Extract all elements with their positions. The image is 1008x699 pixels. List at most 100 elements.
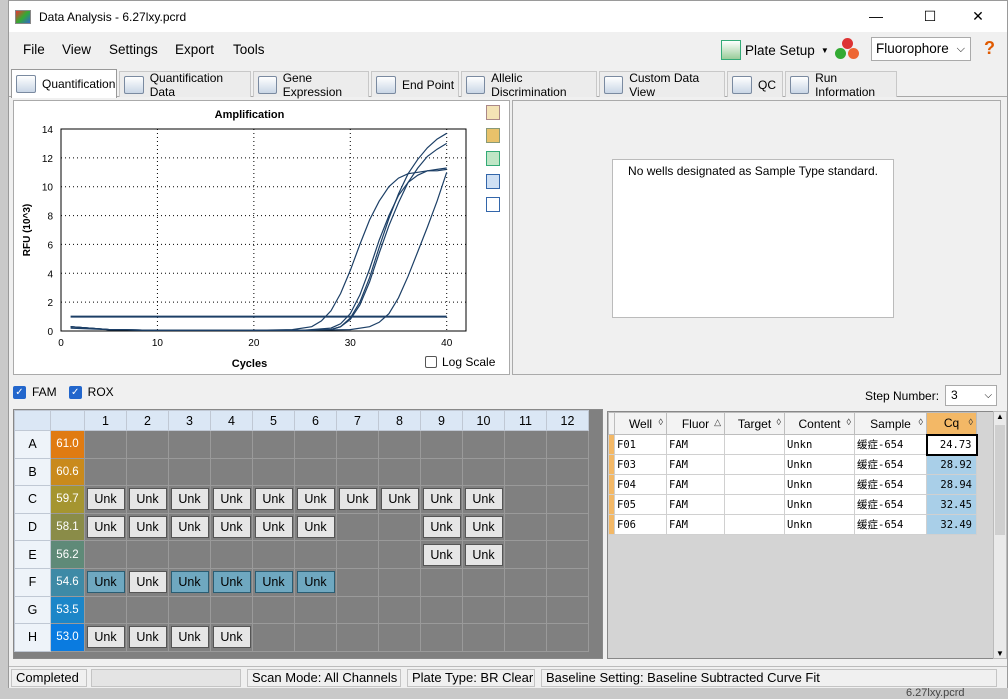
sort-icon[interactable]: ◊ [847,417,851,427]
plate-row-header[interactable]: H [14,623,51,652]
table-cell-content[interactable]: Unkn [784,454,855,475]
table-cell-sample[interactable]: 缓症-654 [854,494,927,515]
plate-row-header[interactable]: G [14,595,51,625]
plate-well[interactable] [252,595,295,625]
plate-well[interactable] [546,595,589,625]
log-scale-toggle[interactable]: Log Scale [425,355,495,369]
tab-gene-expression[interactable]: Gene Expression [253,71,369,99]
table-cell-cq[interactable]: 28.92 [926,454,977,475]
plate-well[interactable]: Unk [168,485,211,514]
plate-well[interactable]: Unk [210,567,253,597]
table-cell-well[interactable]: F03 [614,454,667,475]
plate-well[interactable]: Unk [168,623,211,652]
table-cell-content[interactable]: Unkn [784,514,855,535]
plate-well[interactable] [168,430,211,459]
table-cell-content[interactable]: Unkn [784,494,855,515]
plate-well[interactable]: Unk [252,567,295,597]
plate-corner[interactable] [14,410,51,431]
table-cell-target[interactable] [724,494,785,515]
plate-column-header[interactable]: 7 [336,410,379,431]
table-header-fluor[interactable]: Fluor △ [666,412,725,435]
plate-well[interactable] [462,430,505,459]
plate-well[interactable] [210,595,253,625]
plate-well[interactable]: Unk [84,567,127,597]
tab-run-information[interactable]: Run Information [785,71,897,99]
plate-well[interactable] [504,512,547,542]
plate-well[interactable]: Unk [168,567,211,597]
table-cell-well[interactable]: F04 [614,474,667,495]
plate-well[interactable] [546,485,589,514]
plate-column-header[interactable]: 3 [168,410,211,431]
plate-column-header[interactable]: 8 [378,410,421,431]
plate-well[interactable]: Unk [84,512,127,542]
fam-checkbox[interactable]: ✓ [13,385,26,399]
plate-row-header[interactable]: D [14,512,51,542]
plate-well[interactable]: Unk [210,512,253,542]
plate-well[interactable] [504,540,547,569]
plate-well[interactable] [504,430,547,459]
plate-well[interactable] [462,595,505,625]
table-cell-well[interactable]: F01 [614,434,667,455]
export-icon[interactable] [486,151,500,166]
plate-well[interactable] [84,457,127,487]
table-row[interactable]: F01 FAM Unkn 缓症-654 24.73 [608,433,978,456]
plate-well[interactable] [420,457,463,487]
plate-well[interactable]: Unk [126,485,169,514]
plate-well[interactable] [378,567,421,597]
plate-well[interactable] [126,457,169,487]
sort-icon[interactable]: ◊ [919,417,923,427]
plate-well[interactable]: Unk [420,485,463,514]
table-row[interactable]: F03 FAM Unkn 缓症-654 28.92 [608,454,977,475]
table-cell-target[interactable] [724,514,785,535]
step-number-select[interactable]: 3 ⌵ [945,385,998,406]
plate-well[interactable] [168,457,211,487]
plate-well[interactable] [378,595,421,625]
print-icon[interactable] [486,128,500,143]
plate-well[interactable] [420,430,463,459]
plate-well[interactable] [336,623,379,652]
plate-well[interactable] [252,623,295,652]
plate-well[interactable] [546,540,589,569]
table-header-well[interactable]: Well ◊ [614,412,667,435]
plate-well[interactable] [378,457,421,487]
plate-well[interactable] [504,567,547,597]
plate-well[interactable] [336,512,379,542]
plate-well[interactable]: Unk [462,512,505,542]
plate-well[interactable] [462,623,505,652]
plate-column-header[interactable]: 5 [252,410,295,431]
menu-export[interactable]: Export [175,42,214,57]
plate-well[interactable]: Unk [84,623,127,652]
plate-well[interactable] [504,457,547,487]
plate-column-header[interactable]: 9 [420,410,463,431]
plate-well[interactable] [84,430,127,459]
curve-settings-icon[interactable] [486,197,500,212]
plate-well[interactable]: Unk [126,623,169,652]
plate-column-header[interactable]: 11 [504,410,547,431]
plate-well[interactable] [420,567,463,597]
table-cell-fluor[interactable]: FAM [666,514,725,535]
plate-well[interactable] [378,540,421,569]
table-cell-cq[interactable]: 32.49 [926,514,977,535]
fluorophore-select[interactable]: Fluorophore ⌵ [871,37,971,61]
plate-well[interactable] [504,595,547,625]
table-cell-sample[interactable]: 缓症-654 [854,454,927,475]
tab-quantification[interactable]: Quantification [11,69,117,98]
plate-well[interactable]: Unk [168,512,211,542]
menu-tools[interactable]: Tools [233,42,265,57]
plate-row-header[interactable]: A [14,430,51,459]
plate-well[interactable] [84,595,127,625]
plate-well[interactable] [210,457,253,487]
table-cell-fluor[interactable]: FAM [666,454,725,475]
zoom-icon[interactable] [486,174,500,189]
plate-well[interactable] [546,623,589,652]
plate-setup-button[interactable]: Plate Setup ▼ [721,37,829,63]
table-cell-fluor[interactable]: FAM [666,474,725,495]
tab-end-point[interactable]: End Point [371,71,459,97]
plate-well[interactable]: Unk [84,485,127,514]
tab-qc[interactable]: QC [727,71,783,97]
sort-icon[interactable]: △ [714,417,721,428]
tab-quantification-data[interactable]: Quantification Data [119,71,251,99]
plate-well[interactable] [294,430,337,459]
plate-well[interactable] [420,595,463,625]
plate-row-header[interactable]: F [14,567,51,597]
